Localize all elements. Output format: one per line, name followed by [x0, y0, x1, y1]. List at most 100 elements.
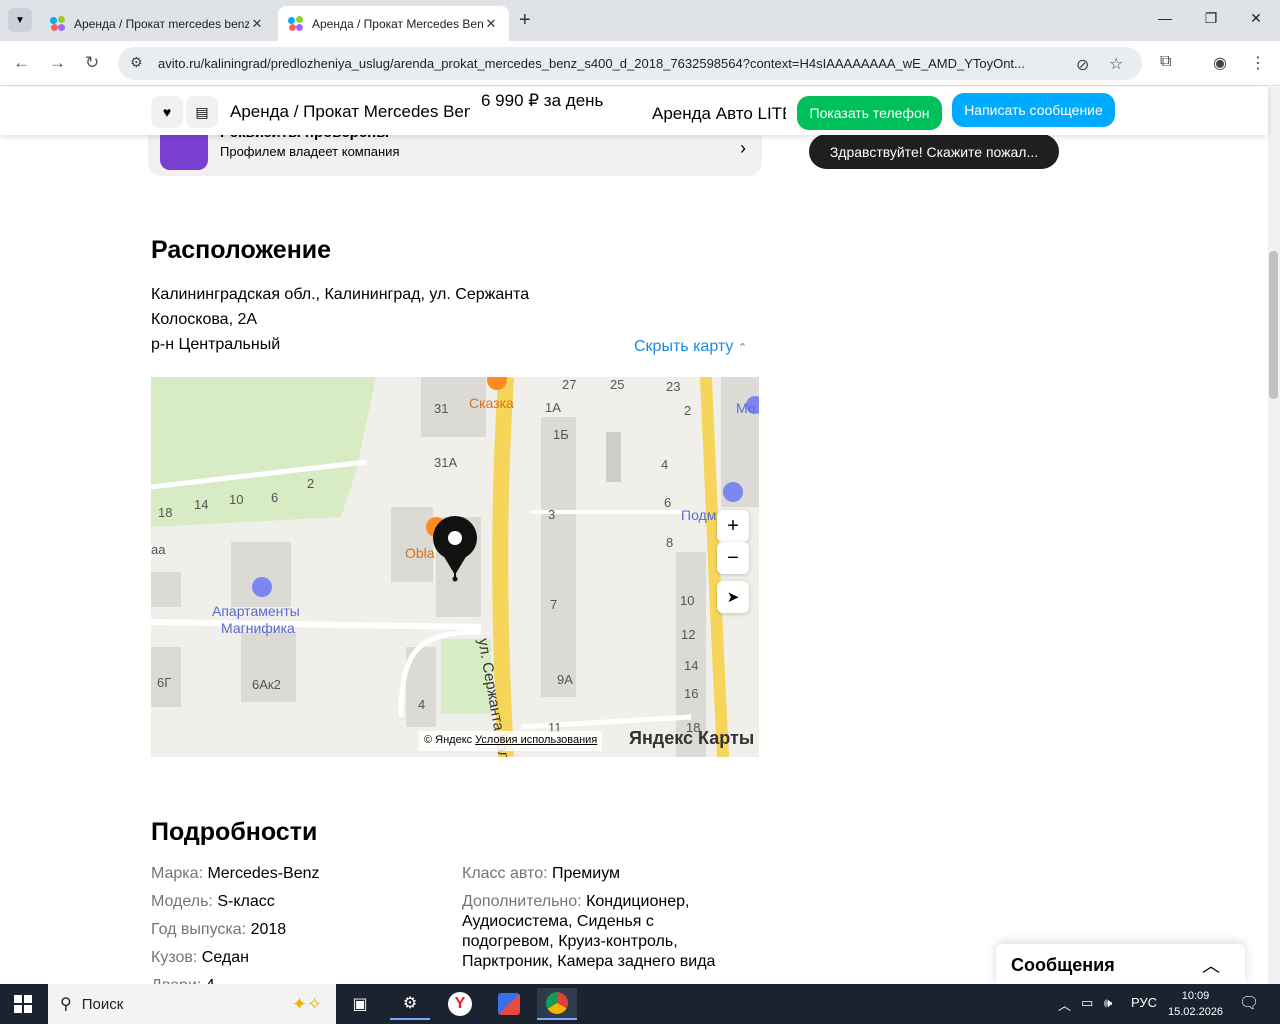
note-icon[interactable]: ▤ — [186, 96, 218, 128]
extensions-icon[interactable]: ⧉ — [1160, 53, 1171, 71]
chevron-up-icon[interactable]: ︿ — [1202, 952, 1220, 978]
map-house-number: 12 — [681, 627, 696, 642]
chat-quick-message[interactable]: Здравствуйте! Скажите пожал... — [809, 134, 1059, 169]
tracking-off-icon[interactable]: ⊘ — [1076, 55, 1089, 75]
map-terms-link[interactable]: Условия использования — [475, 734, 597, 746]
map-poi-podm: Подм — [681, 507, 717, 523]
detail-body: Кузов: Седан — [151, 948, 249, 968]
map-house-number: 18 — [158, 505, 173, 520]
show-phone-button[interactable]: Показать телефон — [797, 96, 942, 130]
favorite-heart-icon[interactable]: ♥ — [151, 96, 183, 128]
map-house-number: 1А — [545, 400, 561, 415]
seller-card-subtitle: Профилем владеет компания — [220, 144, 400, 159]
listing-title: Аренда / Прокат Mercedes Benz S400 — [230, 102, 470, 121]
map-house-number: 14 — [194, 497, 209, 512]
close-window-icon[interactable]: ✕ — [1246, 10, 1266, 27]
volume-icon[interactable]: 🕪 — [1104, 995, 1112, 1011]
address-line-2: Колоскова, 2А — [151, 311, 258, 328]
browser-tab-2-active[interactable]: Аренда / Прокат Mercedes Benz ✕ — [278, 6, 509, 41]
profile-icon[interactable]: ◉ — [1213, 53, 1227, 73]
new-tab-plus-icon[interactable]: + — [519, 9, 531, 32]
page-scrollbar[interactable] — [1268, 87, 1280, 984]
map-house-number: 6Ак2 — [252, 677, 281, 692]
write-message-button[interactable]: Написать сообщение — [952, 93, 1115, 127]
map-house-number: 31А — [434, 455, 458, 470]
bookmark-star-icon[interactable]: ☆ — [1109, 54, 1123, 74]
detail-extras: Дополнительно: Кондиционер, Аудиосистема… — [462, 892, 742, 972]
map-copyright-text: © Яндекс — [424, 734, 473, 746]
map-canvas — [151, 377, 759, 757]
map-poi-apartments-line2: Магнифика — [221, 620, 295, 636]
browser-tab-1[interactable]: Аренда / Прокат mercedes benz ✕ — [40, 6, 275, 41]
avito-favicon-icon — [288, 15, 304, 32]
forward-arrow-icon[interactable]: → — [49, 53, 66, 73]
map-house-number: 16 — [684, 686, 699, 701]
messages-panel[interactable]: Сообщения ︿ — [996, 944, 1245, 984]
detail-label: Модель: — [151, 893, 213, 910]
map-house-number: 9А — [557, 672, 573, 687]
map-house-number: 3 — [548, 507, 556, 522]
seller-logo — [160, 132, 208, 170]
avito-favicon-icon — [50, 15, 66, 32]
geolocation-arrow-icon[interactable]: ➤ — [717, 581, 749, 613]
yandex-maps-logo[interactable]: Яндекс Карты — [629, 728, 754, 749]
scrollbar-thumb[interactable] — [1269, 251, 1278, 399]
task-view-icon[interactable]: ▣ — [340, 988, 380, 1020]
zoom-out-button[interactable]: − — [717, 542, 749, 574]
detail-label: Класс авто: — [462, 865, 548, 882]
map-house-number: 10 — [229, 492, 244, 507]
tab-search-button[interactable]: ▼ — [8, 8, 32, 32]
map-house-number: 2 — [307, 476, 315, 491]
windows-taskbar: ⚲ Поиск ✦✧ ▣ ⚙ Y ︿ ▭ 🕪 РУС 10:09 15.02.2… — [0, 984, 1280, 1024]
map-house-number: 8 — [666, 535, 674, 550]
search-icon: ⚲ — [60, 996, 72, 1013]
map-house-number: 6 — [271, 490, 279, 505]
notifications-icon[interactable]: 🗨 — [1239, 993, 1259, 1013]
detail-label: Год выпуска: — [151, 921, 247, 938]
detail-value: S-класс — [217, 893, 275, 910]
close-tab-icon[interactable]: ✕ — [249, 16, 265, 32]
address-bar[interactable]: ⚙ avito.ru/kaliningrad/predlozheniya_usl… — [118, 47, 1142, 80]
zoom-in-button[interactable]: + — [717, 510, 749, 542]
site-info-icon[interactable]: ⚙ — [130, 54, 143, 71]
map-poi-skazka: Сказка — [469, 395, 514, 411]
address-line-1: Калининградская обл., Калининград, ул. С… — [151, 286, 530, 303]
yandex-map[interactable]: Сказка Obla Апартаменты Магнифика Подм М… — [151, 377, 759, 757]
tab-title: Аренда / Прокат mercedes benz — [74, 16, 249, 31]
app-grid-icon[interactable] — [489, 988, 529, 1020]
yandex-browser-icon[interactable]: Y — [440, 988, 480, 1020]
map-house-number: 10 — [680, 593, 695, 608]
clock-date: 15.02.2026 — [1168, 1006, 1224, 1018]
chevron-right-icon: › — [740, 138, 746, 158]
clock[interactable]: 10:09 15.02.2026 — [1168, 988, 1223, 1020]
chevron-up-icon[interactable]: ︿ — [1058, 995, 1071, 1014]
chrome-icon[interactable] — [537, 988, 577, 1020]
close-tab-icon[interactable]: ✕ — [483, 16, 499, 32]
windows-start-icon[interactable] — [14, 995, 32, 1013]
sparkle-icon: ✦✧ — [291, 993, 322, 1014]
chevron-up-icon: ⌃ — [737, 342, 748, 354]
detail-value: Седан — [201, 949, 249, 966]
taskbar-search-box[interactable]: ⚲ Поиск ✦✧ — [48, 984, 336, 1024]
restore-icon[interactable]: ❐ — [1201, 10, 1221, 27]
reload-icon[interactable]: ↻ — [85, 53, 99, 73]
map-poi-oblaka: Obla — [405, 545, 435, 561]
detail-label: Марка: — [151, 865, 203, 882]
network-icon[interactable]: ▭ — [1081, 995, 1093, 1011]
messages-title: Сообщения — [1011, 955, 1115, 975]
listing-price: 6 990 ₽ за день — [481, 91, 604, 110]
detail-model: Модель: S-класс — [151, 892, 275, 912]
back-arrow-icon[interactable]: ← — [13, 53, 30, 73]
seller-name[interactable]: Аренда Авто LITE — [652, 104, 786, 124]
map-copyright: © Яндекс Условия использования — [419, 731, 603, 751]
settings-gear-icon[interactable]: ⚙ — [390, 988, 430, 1020]
minimize-icon[interactable]: — — [1155, 10, 1175, 26]
hide-map-link[interactable]: Скрыть карту ⌃ — [634, 338, 747, 356]
detail-value: Mercedes-Benz — [207, 865, 320, 882]
tab-title: Аренда / Прокат Mercedes Benz — [312, 16, 483, 31]
menu-dots-icon[interactable]: ⋮ — [1250, 53, 1266, 73]
language-indicator[interactable]: РУС — [1131, 995, 1157, 1010]
map-house-number: 31 — [434, 401, 449, 416]
browser-toolbar: ← → ↻ ⚙ avito.ru/kaliningrad/predlozheni… — [0, 41, 1280, 86]
map-house-number: 2 — [684, 403, 692, 418]
